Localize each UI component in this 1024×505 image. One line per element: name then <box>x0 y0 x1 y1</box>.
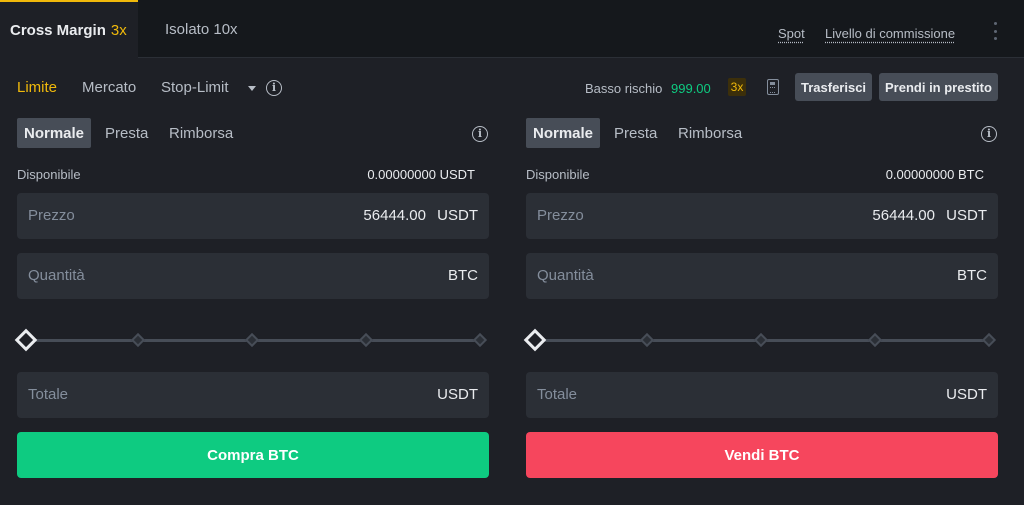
tab-isolated[interactable]: Isolato 10x <box>165 0 238 58</box>
sell-info-icon[interactable]: i <box>981 126 997 142</box>
calculator-icon[interactable] <box>767 79 779 95</box>
slider-tick-50[interactable] <box>244 332 260 348</box>
fee-level-link[interactable]: Livello di commissione <box>825 26 955 41</box>
sell-form: Normale Presta Rimborsa i Disponibile 0.… <box>523 118 998 488</box>
buy-available-label: Disponibile <box>17 167 81 182</box>
buy-available-value: 0.00000000 USDT <box>367 167 475 182</box>
buy-total-label: Totale <box>28 386 69 403</box>
buy-amount-slider[interactable] <box>14 328 489 352</box>
cross-leverage-label: 3x <box>110 21 127 39</box>
sell-available-value: 0.00000000 BTC <box>885 167 984 182</box>
order-type-row: Limite Mercato Stop-Limit i Basso rischi… <box>0 70 1024 106</box>
sell-btc-button[interactable]: Vendi BTC <box>526 432 998 478</box>
slider-tick-100[interactable] <box>472 332 488 348</box>
margin-trading-panel: Cross Margin 3x Isolato 10x Spot Livello… <box>0 0 1024 505</box>
buy-tab-normal[interactable]: Normale <box>17 118 92 148</box>
sell-available-label: Disponibile <box>526 167 590 182</box>
sell-quantity-unit: BTC <box>957 267 987 284</box>
buy-quantity-input[interactable]: Quantità BTC <box>17 253 489 299</box>
buy-tab-borrow[interactable]: Presta <box>105 118 148 148</box>
slider-handle[interactable] <box>14 328 38 352</box>
sell-tab-borrow[interactable]: Presta <box>614 118 657 148</box>
spot-link[interactable]: Spot <box>778 26 805 41</box>
more-options-icon[interactable] <box>990 22 1000 40</box>
slider-tick-100[interactable] <box>981 332 997 348</box>
buy-price-input[interactable]: Prezzo 56444.00 USDT <box>17 193 489 239</box>
info-icon[interactable]: i <box>266 80 282 96</box>
sell-total-unit: USDT <box>946 386 987 403</box>
transfer-button[interactable]: Trasferisci <box>795 73 873 101</box>
leverage-badge: 3x <box>728 78 746 96</box>
margin-mode-bar: Cross Margin 3x Isolato 10x Spot Livello… <box>0 0 1024 58</box>
slider-tick-75[interactable] <box>867 332 883 348</box>
order-type-market[interactable]: Mercato <box>82 79 136 96</box>
risk-value: 999.00 <box>671 81 711 96</box>
buy-tab-repay[interactable]: Rimborsa <box>169 118 233 148</box>
buy-price-label: Prezzo <box>28 207 75 224</box>
sell-total-label: Totale <box>537 386 578 403</box>
isolated-label: Isolato 10x <box>165 20 238 38</box>
buy-price-value: 56444.00 <box>363 207 426 224</box>
sell-amount-slider[interactable] <box>523 328 998 352</box>
tab-cross-margin[interactable]: Cross Margin 3x <box>0 0 138 58</box>
sell-price-value: 56444.00 <box>872 207 935 224</box>
buy-quantity-unit: BTC <box>448 267 478 284</box>
sell-tab-repay[interactable]: Rimborsa <box>678 118 742 148</box>
borrow-button[interactable]: Prendi in prestito <box>879 73 998 101</box>
buy-btc-button[interactable]: Compra BTC <box>17 432 489 478</box>
buy-info-icon[interactable]: i <box>472 126 488 142</box>
order-type-limit[interactable]: Limite <box>17 79 57 96</box>
buy-quantity-label: Quantità <box>28 267 85 284</box>
slider-tick-25[interactable] <box>639 332 655 348</box>
slider-handle[interactable] <box>523 328 547 352</box>
buy-total-unit: USDT <box>437 386 478 403</box>
buy-form: Normale Presta Rimborsa i Disponibile 0.… <box>14 118 489 488</box>
slider-tick-75[interactable] <box>358 332 374 348</box>
sell-price-unit: USDT <box>946 207 987 224</box>
slider-tick-50[interactable] <box>753 332 769 348</box>
sell-tab-normal[interactable]: Normale <box>526 118 601 148</box>
slider-tick-25[interactable] <box>130 332 146 348</box>
sell-quantity-input[interactable]: Quantità BTC <box>526 253 998 299</box>
sell-quantity-label: Quantità <box>537 267 594 284</box>
sell-price-input[interactable]: Prezzo 56444.00 USDT <box>526 193 998 239</box>
order-type-stop-limit[interactable]: Stop-Limit <box>161 79 229 96</box>
buy-price-unit: USDT <box>437 207 478 224</box>
risk-label: Basso rischio <box>585 81 663 96</box>
sell-price-label: Prezzo <box>537 207 584 224</box>
chevron-down-icon[interactable] <box>248 86 256 91</box>
buy-total-input[interactable]: Totale USDT <box>17 372 489 418</box>
sell-total-input[interactable]: Totale USDT <box>526 372 998 418</box>
cross-margin-label: Cross Margin <box>10 21 106 39</box>
